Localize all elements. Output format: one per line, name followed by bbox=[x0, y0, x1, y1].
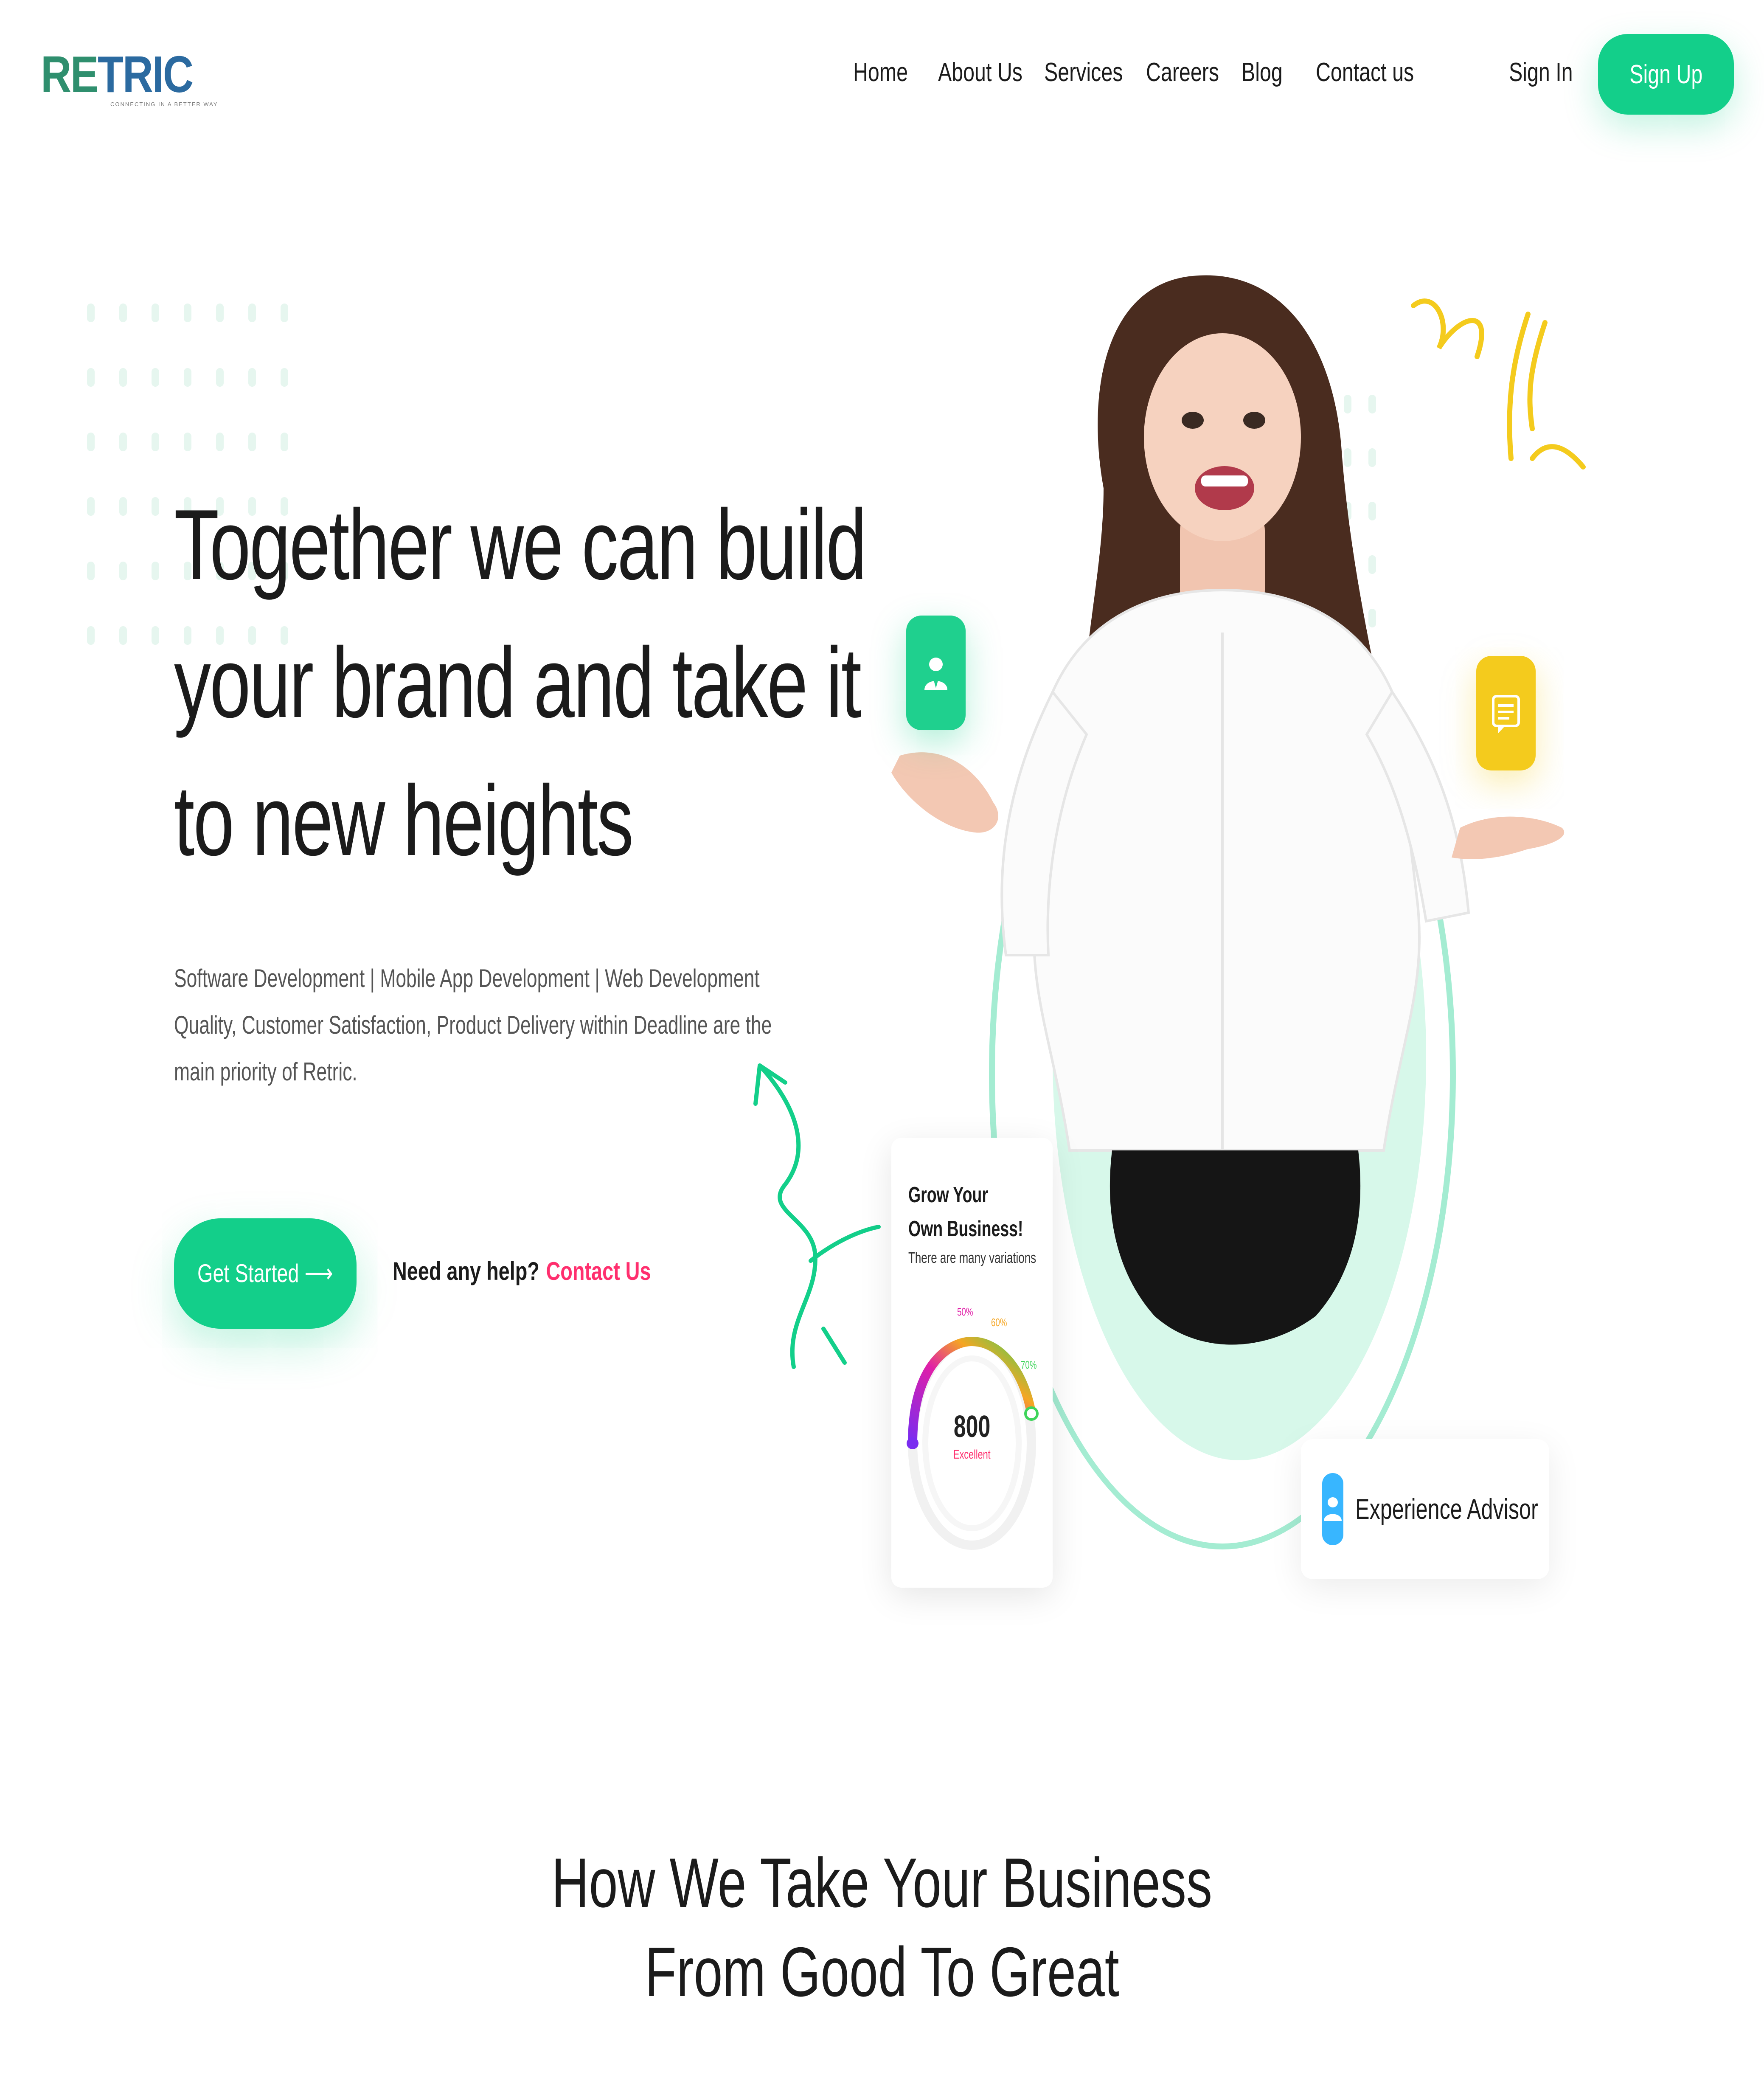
decorative-dot bbox=[216, 304, 224, 322]
brand-suffix: TRIC bbox=[98, 45, 194, 103]
decorative-dot bbox=[119, 497, 127, 516]
section-title-line1: How We Take Your Business bbox=[551, 1844, 1213, 1922]
grow-card-description: There are many variations bbox=[908, 1249, 1036, 1266]
section-title-line: How We Take Your Business bbox=[0, 1838, 1764, 1927]
section-title: How We Take Your Business From Good To G… bbox=[0, 1838, 1764, 2016]
decorative-dot bbox=[119, 626, 127, 645]
green-arrow-scribble-icon bbox=[753, 1063, 881, 1369]
contact-us-link[interactable]: Contact Us bbox=[546, 1257, 651, 1285]
hero-subtitle-line: Software Development | Mobile App Develo… bbox=[174, 964, 760, 993]
gauge-tick-70: 70% bbox=[1021, 1358, 1037, 1371]
sign-up-button[interactable]: Sign Up bbox=[1598, 34, 1734, 115]
decorative-dot bbox=[152, 304, 159, 322]
advisor-label: Experience Advisor bbox=[1355, 1493, 1538, 1525]
decorative-dot bbox=[87, 368, 95, 387]
nav-blog[interactable]: Blog bbox=[1242, 57, 1283, 87]
decorative-dot bbox=[87, 304, 95, 322]
hero-title-line: Together we can build bbox=[174, 489, 867, 600]
decorative-dot bbox=[281, 368, 288, 387]
grow-card-title-line: Own Business! bbox=[908, 1217, 1023, 1241]
decorative-dot bbox=[152, 562, 159, 580]
nav-contact-us[interactable]: Contact us bbox=[1316, 57, 1414, 87]
decorative-dot bbox=[119, 304, 127, 322]
hero-title-line: your brand and take it bbox=[174, 627, 862, 738]
gauge-label: Excellent bbox=[891, 1448, 1053, 1462]
experience-advisor-card: Experience Advisor bbox=[1301, 1439, 1549, 1579]
decorative-dot bbox=[152, 626, 159, 645]
grow-business-card: Grow Your Own Business! There are many v… bbox=[891, 1138, 1053, 1588]
help-text: Need any help? Contact Us bbox=[393, 1257, 651, 1286]
decorative-dot bbox=[184, 304, 191, 322]
decorative-dot bbox=[119, 562, 127, 580]
gauge-label-text: Excellent bbox=[953, 1448, 991, 1462]
gauge-tick-60: 60% bbox=[991, 1316, 1007, 1329]
brand-wordmark: RETRIC bbox=[41, 45, 194, 103]
decorative-dot bbox=[152, 368, 159, 387]
nav-about-us[interactable]: About Us bbox=[938, 57, 1022, 87]
decorative-dot bbox=[248, 304, 256, 322]
gauge-value-text: 800 bbox=[953, 1410, 991, 1444]
hero-title-line: to new heights bbox=[174, 765, 634, 876]
nav-home[interactable]: Home bbox=[853, 57, 908, 87]
gauge-value: 800 bbox=[891, 1409, 1053, 1444]
decorative-dot bbox=[87, 562, 95, 580]
section-title-line: From Good To Great bbox=[0, 1927, 1764, 2016]
decorative-dot bbox=[87, 497, 95, 516]
decorative-dot bbox=[216, 368, 224, 387]
hero-subtitle-line: main priority of Retric. bbox=[174, 1057, 357, 1086]
hero-subtitle: Software Development | Mobile App Develo… bbox=[174, 955, 772, 1095]
decorative-dot bbox=[184, 368, 191, 387]
chat-card bbox=[1476, 656, 1536, 770]
grow-card-title: Grow Your Own Business! bbox=[908, 1178, 1023, 1246]
decorative-dot bbox=[248, 433, 256, 451]
decorative-dot bbox=[152, 433, 159, 451]
help-prompt: Need any help? bbox=[393, 1257, 539, 1285]
user-badge-card bbox=[906, 616, 966, 730]
sign-in-link[interactable]: Sign In bbox=[1509, 57, 1573, 87]
user-badge-icon bbox=[924, 658, 947, 690]
decorative-dot bbox=[281, 304, 288, 322]
brand-prefix: RE bbox=[41, 45, 99, 103]
get-started-button[interactable]: Get Started ⟶ bbox=[174, 1218, 357, 1329]
decorative-dot bbox=[281, 433, 288, 451]
chat-icon bbox=[1492, 695, 1520, 733]
hero-title: Together we can build your brand and tak… bbox=[174, 475, 867, 889]
nav-services[interactable]: Services bbox=[1044, 57, 1123, 87]
decorative-dot bbox=[119, 368, 127, 387]
decorative-dot bbox=[119, 433, 127, 451]
gauge-tick-50: 50% bbox=[957, 1305, 973, 1318]
user-icon bbox=[1322, 1473, 1343, 1545]
section-title-line2: From Good To Great bbox=[645, 1933, 1119, 2011]
decorative-dot bbox=[87, 626, 95, 645]
decorative-dot bbox=[216, 433, 224, 451]
sign-up-label: Sign Up bbox=[1629, 59, 1703, 89]
decorative-dot bbox=[152, 497, 159, 516]
get-started-label: Get Started ⟶ bbox=[197, 1259, 333, 1288]
decorative-dot bbox=[184, 433, 191, 451]
decorative-dot bbox=[248, 368, 256, 387]
nav-careers[interactable]: Careers bbox=[1146, 57, 1219, 87]
hero-subtitle-line: Quality, Customer Satisfaction, Product … bbox=[174, 1011, 772, 1039]
brand-tagline: CONNECTING IN A BETTER WAY bbox=[110, 101, 218, 107]
grow-card-title-line: Grow Your bbox=[908, 1183, 988, 1207]
decorative-dot bbox=[87, 433, 95, 451]
